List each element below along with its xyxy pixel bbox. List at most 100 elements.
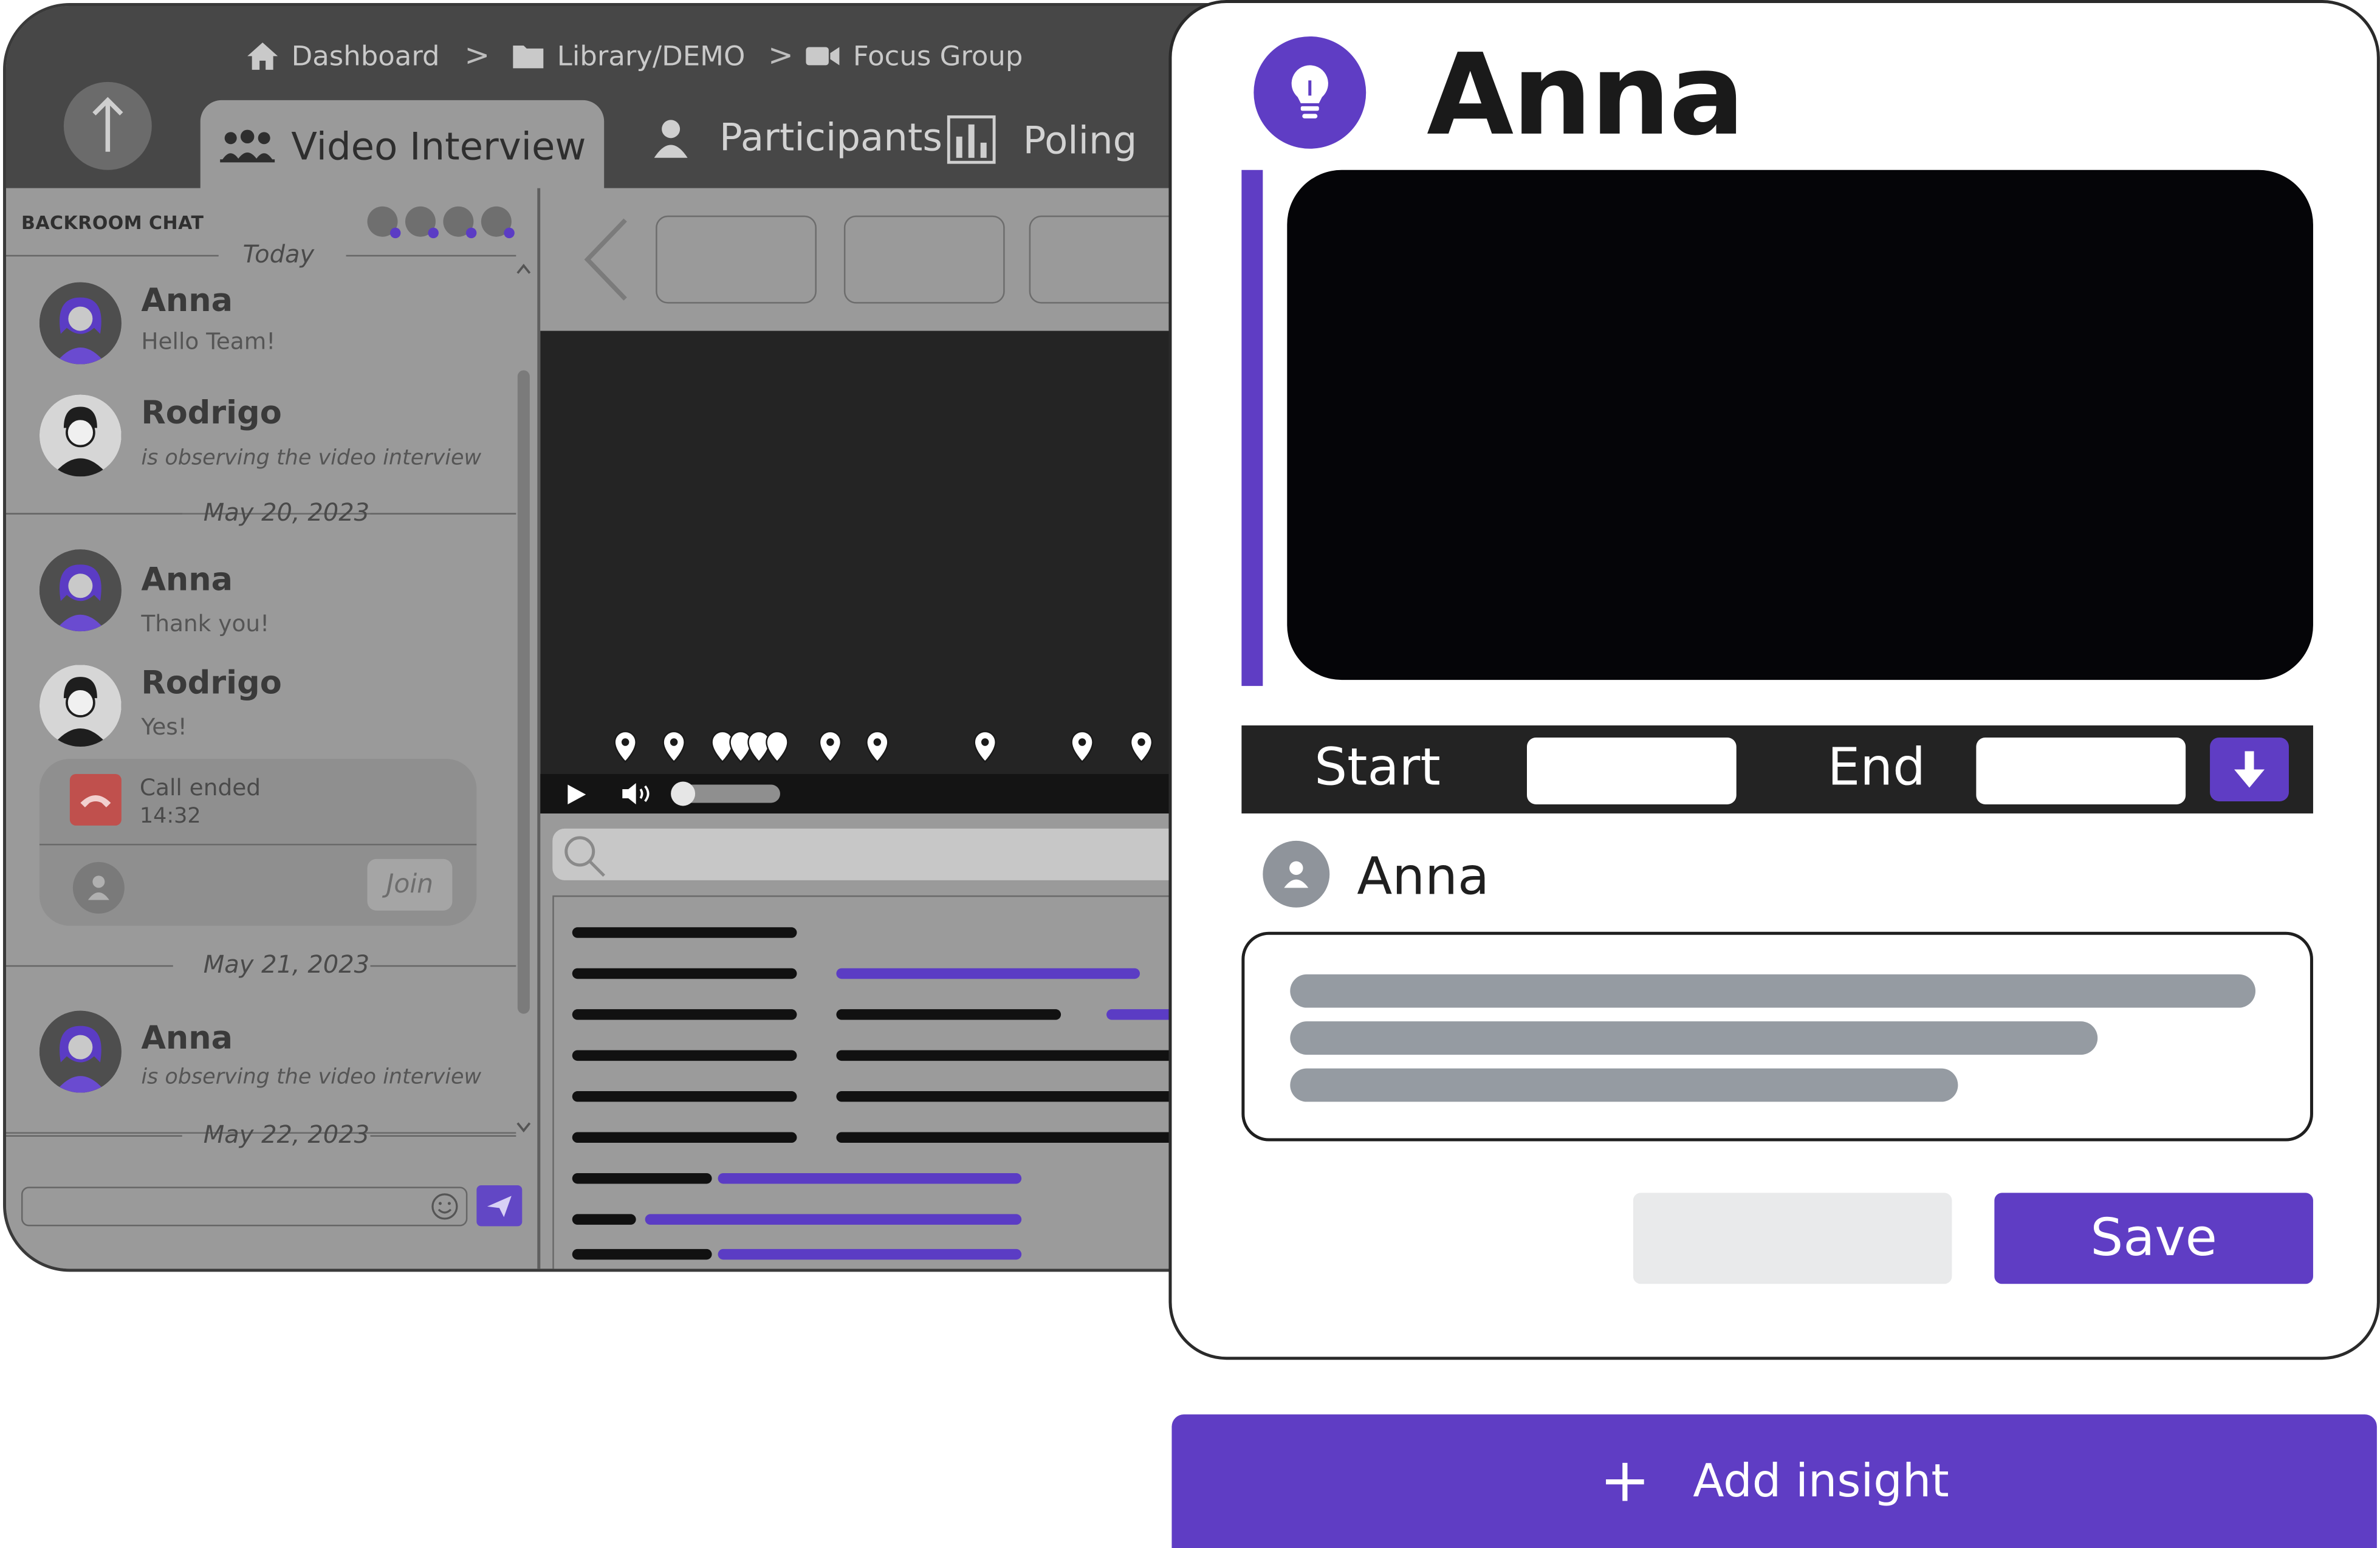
message-text: Thank you! [141,610,270,638]
transcript-line [572,1091,797,1102]
avatar-anna [39,282,122,365]
text-placeholder-line [1290,974,2256,1008]
home-icon [247,42,278,70]
breadcrumb-separator: > [464,36,490,73]
date-separator: May 20, 2023 [5,498,516,528]
text-placeholder-line [1290,1021,2098,1055]
phone-hangup-icon [69,773,122,826]
play-icon[interactable] [568,784,586,804]
message-author: Anna [141,561,233,598]
bar-chart-icon [947,115,996,164]
participant-avatar[interactable] [481,206,515,239]
cancel-button[interactable] [1633,1193,1952,1284]
transcript-line [572,1248,712,1260]
emoji-icon[interactable] [430,1191,460,1222]
transcript-line [572,1173,712,1184]
breadcrumb-library[interactable]: Library/DEMO [512,36,745,76]
transcript-highlight [718,1248,1022,1260]
divider [39,843,477,846]
author-name: Anna [1357,846,1490,908]
camera-icon [806,47,840,66]
join-button[interactable]: Join [367,858,453,911]
insight-title: Anna [1427,30,1745,161]
participant-avatar[interactable] [405,206,439,239]
transcript-line [572,1214,636,1225]
send-button[interactable] [476,1185,523,1227]
participant-avatar[interactable] [367,206,401,239]
breadcrumb-focus-group[interactable]: Focus Group [804,36,1023,76]
breadcrumb-separator: > [767,36,794,73]
message-author: Rodrigo [141,394,282,431]
send-icon [487,1195,512,1217]
message-text: Hello Team! [141,327,276,355]
tab-participants[interactable]: Participants [653,115,942,159]
add-insight-label: Add insight [1693,1454,1949,1508]
save-button[interactable]: Save [1994,1193,2313,1284]
arrow-down-icon [2234,751,2265,788]
volume-icon[interactable] [622,783,656,804]
transcript-line [572,1050,797,1061]
avatar-rodrigo [39,665,122,747]
call-status: Call ended [139,773,261,801]
transcript-line [836,1009,1061,1020]
chat-title: BACKROOM CHAT [21,212,204,234]
transcript-line [572,1132,797,1143]
accent-bar [1241,170,1263,687]
tab-poling[interactable]: Poling [947,115,1137,164]
user-icon [654,119,688,157]
avatar-anna [39,549,122,632]
avatar-rodrigo [39,394,122,477]
call-duration: 14:32 [139,804,201,829]
user-icon [1284,861,1309,888]
transcript-line [572,968,797,979]
avatar-anna [39,1010,122,1093]
upload-button[interactable] [63,81,152,170]
add-insight-button[interactable]: + Add insight [1171,1414,2377,1548]
group-icon [219,129,275,163]
date-separator: May 22, 2023 [5,1120,516,1151]
transcript-highlight [718,1173,1022,1184]
video-thumbnail[interactable] [843,215,1005,304]
search-icon [564,836,605,877]
date-separator: May 21, 2023 [5,950,516,981]
message-text: is observing the video interview [141,1065,482,1090]
folder-icon [513,45,544,69]
user-avatar-icon [72,861,125,914]
participant-avatar[interactable] [443,206,477,239]
chat-scrollbar[interactable] [513,261,534,1142]
insight-modal: Anna Start End Anna Save [1168,0,2380,1360]
end-time-input[interactable] [1976,738,2186,804]
message-text: Yes! [141,713,187,741]
tab-video-interview[interactable]: Video Interview [200,100,605,191]
chevron-left-icon[interactable] [580,216,631,304]
top-bar: Dashboard > Library/DEMO > Focus Group V… [5,5,1373,191]
insight-note-textarea[interactable] [1241,931,2313,1142]
plus-icon: + [1599,1446,1651,1516]
text-placeholder-line [1290,1068,1958,1102]
message-author: Anna [141,1019,233,1057]
call-card: Call ended 14:32 Join [39,759,477,926]
start-time-input[interactable] [1526,738,1737,804]
end-label: End [1827,738,1926,798]
date-separator: Today [5,240,516,270]
chat-message-input[interactable] [21,1187,468,1227]
start-label: Start [1314,738,1441,798]
transcript-line [572,927,797,938]
clip-range-bar: Start End [1241,725,2313,813]
transcript-highlight [645,1214,1022,1225]
video-thumbnail[interactable] [1029,215,1190,304]
lightbulb-icon [1253,36,1367,149]
message-author: Anna [141,282,233,319]
progress-thumb[interactable] [671,781,696,806]
breadcrumb-dashboard[interactable]: Dashboard [246,36,440,76]
author-avatar [1263,840,1330,908]
transcript-line [572,1009,797,1020]
transcript-highlight [836,968,1140,979]
download-button[interactable] [2210,738,2289,801]
message-text: is observing the video interview [141,446,482,471]
message-author: Rodrigo [141,665,282,702]
insight-video-clip[interactable] [1287,170,2313,680]
arrow-up-icon [92,97,123,152]
backroom-chat-panel: BACKROOM CHAT Today Anna Hello Team! Rod… [5,188,541,1269]
video-thumbnail[interactable] [656,215,817,304]
